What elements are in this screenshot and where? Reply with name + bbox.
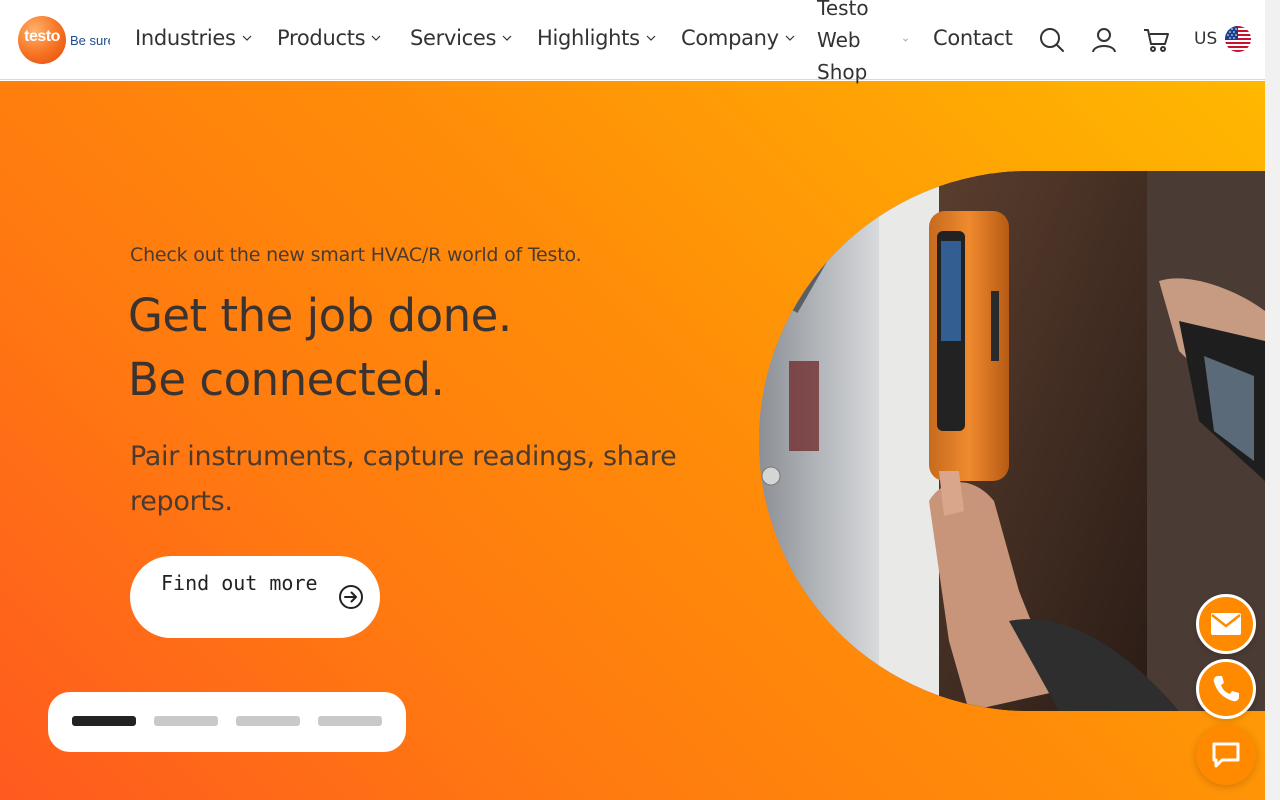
email-button[interactable] xyxy=(1196,594,1256,654)
nav-web-shop[interactable]: Testo Web Shop xyxy=(817,0,897,88)
nav-label: Services xyxy=(410,26,497,50)
phone-icon xyxy=(1213,676,1239,702)
headline-line-1: Get the job done. xyxy=(128,289,512,342)
carousel-card xyxy=(48,692,406,752)
chevron-down-icon xyxy=(903,38,908,42)
carousel-indicator[interactable] xyxy=(154,716,218,726)
user-icon[interactable] xyxy=(1090,26,1118,54)
nav-label: Products xyxy=(277,26,366,50)
nav-products[interactable]: Products xyxy=(277,26,381,50)
headline-line-2: Be connected. xyxy=(128,353,445,406)
logo-tagline: Be sure. xyxy=(70,32,110,48)
nav-services[interactable]: Services xyxy=(410,26,512,50)
find-out-more-button[interactable]: Find out more xyxy=(130,556,380,638)
chevron-down-icon xyxy=(785,35,795,41)
cta-label: Find out more xyxy=(161,571,318,595)
arrow-circle-right-icon xyxy=(339,585,363,609)
scrollbar[interactable] xyxy=(1265,0,1280,800)
nav-contact[interactable]: Contact xyxy=(933,26,1013,50)
mail-icon xyxy=(1211,613,1241,635)
nav-label: Highlights xyxy=(537,26,640,50)
testo-logo[interactable]: testo Be sure. xyxy=(18,16,110,64)
nav-company[interactable]: Company xyxy=(681,26,795,50)
carousel-indicator-active[interactable] xyxy=(72,716,136,726)
nav-highlights[interactable]: Highlights xyxy=(537,26,656,50)
chat-icon xyxy=(1212,742,1240,768)
logo-ball: testo xyxy=(18,16,66,64)
hero-kicker: Check out the new smart HVAC/R world of … xyxy=(130,244,582,266)
cart-icon[interactable] xyxy=(1142,26,1170,54)
chevron-down-icon xyxy=(242,35,252,41)
chevron-down-icon xyxy=(371,35,381,41)
nav-label: Industries xyxy=(135,26,236,50)
nav-industries[interactable]: Industries xyxy=(135,26,252,50)
us-flag-icon xyxy=(1225,26,1252,52)
search-icon[interactable] xyxy=(1038,26,1066,54)
chat-button[interactable] xyxy=(1196,725,1256,785)
site-header: testo Be sure. Industries Products Servi… xyxy=(0,0,1265,84)
locale-code: US xyxy=(1194,29,1218,49)
nav-label: Company xyxy=(681,26,779,50)
hero-headline: Get the job done. Be connected. xyxy=(128,284,512,412)
carousel-indicator[interactable] xyxy=(318,716,382,726)
locale-selector[interactable]: US xyxy=(1194,26,1252,52)
logo-word: testo xyxy=(24,28,60,45)
phone-button[interactable] xyxy=(1196,659,1256,719)
chevron-down-icon xyxy=(646,35,656,41)
chevron-down-icon xyxy=(502,35,512,41)
hero-photo xyxy=(759,171,1265,711)
hero-subline: Pair instruments, capture readings, shar… xyxy=(130,441,677,517)
carousel-indicator[interactable] xyxy=(236,716,300,726)
